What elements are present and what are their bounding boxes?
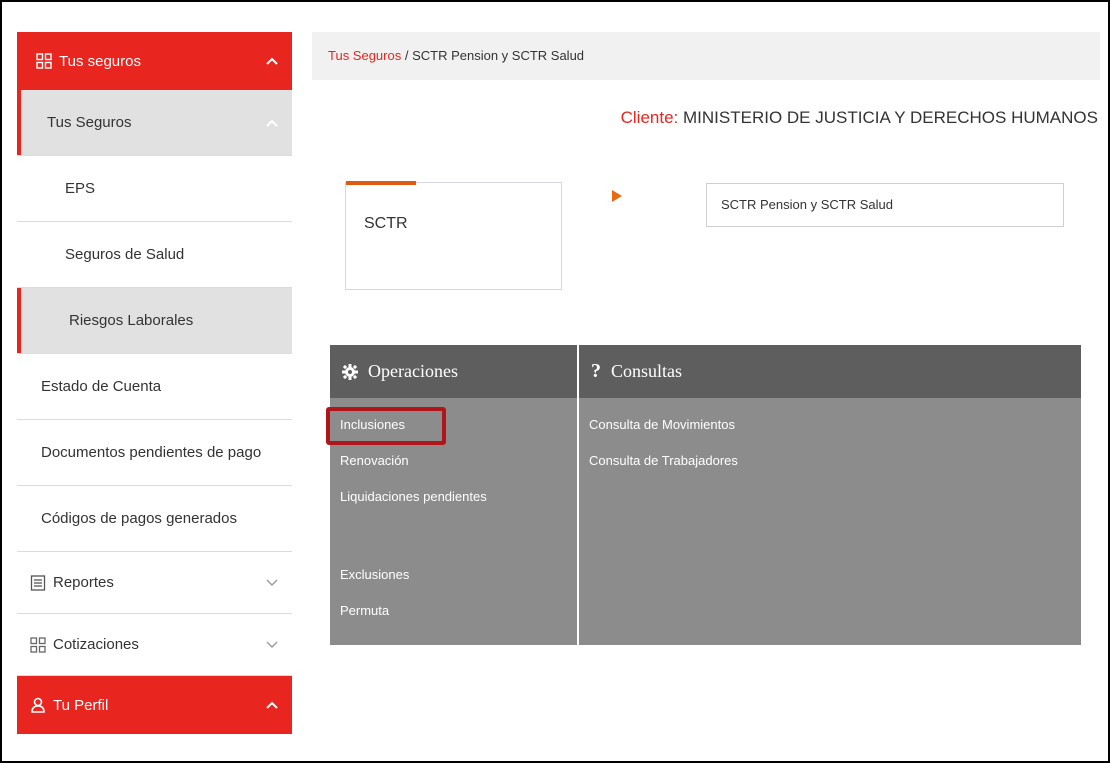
sidebar-item-estado-cuenta[interactable]: Estado de Cuenta [17, 354, 292, 420]
sidebar-item-documentos-pendientes[interactable]: Documentos pendientes de pago [17, 420, 292, 486]
operation-liquidaciones[interactable]: Liquidaciones pendientes [330, 488, 577, 566]
sidebar-item-label: Tus Seguros [47, 114, 132, 131]
breadcrumb-current: SCTR Pension y SCTR Salud [412, 48, 585, 63]
query-movimientos[interactable]: Consulta de Movimientos [579, 416, 1081, 452]
sidebar-section-tu-perfil[interactable]: Tu Perfil [17, 676, 292, 734]
sidebar-item-codigos-pagos[interactable]: Códigos de pagos generados [17, 486, 292, 552]
operations-panel: Operaciones Inclusiones Renovación Liqui… [326, 345, 577, 645]
sidebar-item-label: Reportes [53, 574, 114, 591]
operation-permuta[interactable]: Permuta [330, 602, 577, 638]
operation-inclusiones[interactable]: Inclusiones [326, 407, 577, 452]
operation-exclusiones[interactable]: Exclusiones [330, 566, 577, 602]
breadcrumb-link-tus-seguros[interactable]: Tus Seguros [328, 48, 401, 63]
operations-title: Operaciones [368, 361, 458, 381]
client-info: Cliente: MINISTERIO DE JUSTICIA Y DERECH… [621, 108, 1098, 128]
breadcrumb-separator: / [401, 48, 413, 63]
highlight-box [326, 407, 446, 445]
sidebar-item-tus-seguros[interactable]: Tus Seguros [17, 90, 292, 156]
question-icon: ? [591, 360, 601, 382]
client-name: MINISTERIO DE JUSTICIA Y DERECHOS HUMANO… [683, 108, 1098, 127]
sidebar-item-eps[interactable]: EPS [17, 156, 292, 222]
gear-icon [342, 363, 358, 380]
product-select[interactable]: SCTR Pension y SCTR Salud [706, 183, 1064, 227]
queries-title: Consultas [611, 361, 683, 381]
sidebar-item-riesgos-laborales[interactable]: Riesgos Laborales [17, 288, 292, 354]
chevron-down-icon [252, 576, 292, 590]
breadcrumb: Tus Seguros / SCTR Pension y SCTR Salud [312, 32, 1100, 80]
sidebar-section-tus-seguros[interactable]: Tus seguros [17, 32, 292, 90]
sidebar-item-label: EPS [65, 180, 96, 197]
sidebar-item-reportes[interactable]: Reportes [17, 552, 292, 614]
user-icon [27, 697, 49, 713]
sidebar-item-label: Riesgos Laborales [69, 312, 194, 329]
chevron-down-icon [252, 638, 292, 652]
operations-header: Operaciones [330, 345, 577, 398]
sidebar-item-label: Seguros de Salud [65, 246, 185, 263]
sidebar-item-label: Códigos de pagos generados [41, 510, 237, 527]
chevron-up-icon [252, 116, 292, 130]
card-accent-bar [346, 181, 416, 185]
sidebar-item-label: Cotizaciones [53, 636, 139, 653]
operation-renovacion[interactable]: Renovación [330, 452, 577, 488]
sidebar-item-label: Documentos pendientes de pago [41, 444, 262, 461]
sidebar: Tus seguros Tus Seguros EPS Seguros de S… [17, 32, 292, 734]
product-card-sctr[interactable]: SCTR [345, 181, 562, 290]
queries-header: ? Consultas [579, 345, 1081, 398]
client-label: Cliente: [620, 108, 679, 127]
sidebar-item-cotizaciones[interactable]: Cotizaciones [17, 614, 292, 676]
sidebar-item-label: Estado de Cuenta [41, 378, 162, 395]
queries-list: Consulta de Movimientos Consulta de Trab… [579, 398, 1081, 488]
sidebar-section-label: Tus seguros [59, 52, 141, 70]
grid-icon [27, 636, 49, 653]
product-card-label: SCTR [364, 215, 408, 232]
report-icon [27, 574, 49, 591]
chevron-up-icon [252, 54, 292, 68]
sidebar-item-seguros-salud[interactable]: Seguros de Salud [17, 222, 292, 288]
queries-panel: ? Consultas Consulta de Movimientos Cons… [579, 345, 1081, 645]
grid-icon [33, 53, 55, 69]
arrow-right-icon [612, 190, 622, 202]
query-trabajadores[interactable]: Consulta de Trabajadores [579, 452, 1081, 488]
sidebar-section-label: Tu Perfil [53, 696, 109, 714]
chevron-up-icon [252, 698, 292, 712]
operations-list: Inclusiones Renovación Liquidaciones pen… [326, 398, 577, 638]
